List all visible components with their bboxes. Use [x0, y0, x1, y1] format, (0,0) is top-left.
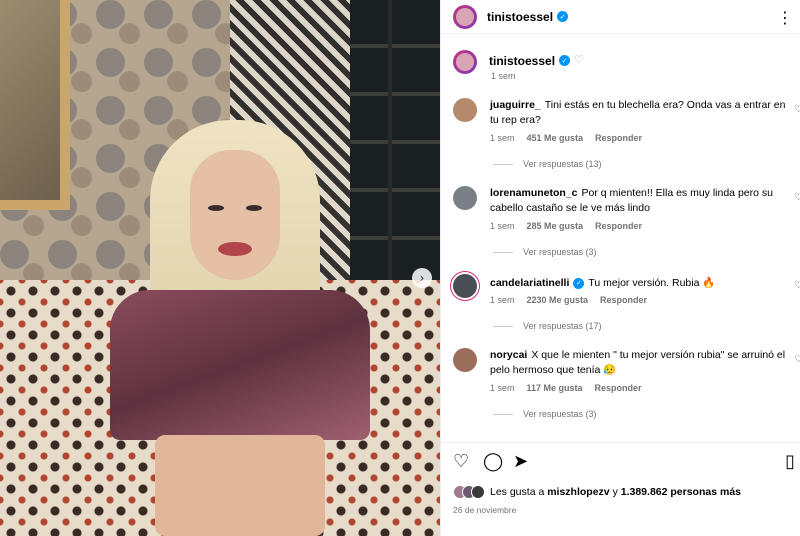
divider [493, 251, 513, 253]
post-panel: tinistoessel ✓ ⋮ tinistoessel ✓ ♡ 1 sem … [440, 0, 800, 536]
avatar[interactable] [453, 186, 477, 210]
comments-list[interactable]: tinistoessel ✓ ♡ 1 sem juaguirre_ Tini es… [441, 40, 800, 440]
avatar [471, 485, 485, 499]
eye [208, 205, 224, 211]
view-replies[interactable]: Ver respuestas (17) [493, 321, 602, 331]
heart-icon[interactable]: ♡ [794, 354, 800, 365]
chevron-right-icon[interactable]: › [412, 268, 432, 288]
avatar[interactable] [453, 274, 477, 298]
view-replies-label: Ver respuestas (13) [523, 159, 602, 169]
avatar[interactable] [453, 4, 477, 29]
eye [246, 205, 262, 211]
heart-icon[interactable]: ♡ [574, 53, 584, 66]
comment-text: Tu mejor versión. Rubia 🔥 [588, 277, 716, 289]
painting-frame [0, 0, 70, 210]
view-replies-label: Ver respuestas (3) [523, 409, 597, 419]
comment-likes[interactable]: 285 Me gusta [527, 221, 584, 231]
heart-icon[interactable]: ♡ [794, 104, 800, 115]
avatar[interactable] [453, 50, 477, 74]
heart-icon[interactable]: ♡ [794, 280, 800, 291]
comment-username[interactable]: norycai [490, 349, 527, 361]
post-date: 26 de noviembre [453, 505, 517, 515]
likes-user[interactable]: miszhlopezv [547, 486, 609, 498]
comment-username[interactable]: juaguirre_ [490, 99, 541, 111]
comment-username[interactable]: candelariatinelli [490, 277, 569, 289]
lips [218, 242, 252, 256]
caption-time: 1 sem [491, 71, 516, 81]
likes-summary[interactable]: Les gusta a miszhlopezv y 1.389.862 pers… [453, 485, 741, 499]
view-replies[interactable]: Ver respuestas (3) [493, 409, 597, 419]
caption-username[interactable]: tinistoessel [489, 54, 555, 68]
avatar[interactable] [453, 348, 477, 372]
person [110, 110, 370, 536]
comment-time: 1 sem [490, 221, 515, 231]
view-replies-label: Ver respuestas (17) [523, 321, 602, 331]
comment-time: 1 sem [490, 295, 515, 305]
verified-check-icon: ✓ [559, 55, 571, 66]
caption: tinistoessel ✓ ♡ [453, 50, 584, 74]
likes-middle: y [612, 486, 618, 498]
likes-prefix: Les gusta a [490, 486, 545, 498]
crop-top [110, 290, 370, 440]
heart-icon[interactable]: ♡ [794, 192, 800, 203]
reply-button[interactable]: Responder [600, 295, 647, 305]
avatar[interactable] [453, 98, 477, 122]
divider [493, 325, 513, 327]
view-replies[interactable]: Ver respuestas (13) [493, 159, 602, 169]
likes-text: Les gusta a miszhlopezv y 1.389.862 pers… [490, 486, 741, 498]
send-icon[interactable]: ➤ [513, 451, 528, 472]
reply-button[interactable]: Responder [595, 133, 642, 143]
comment-icon[interactable]: ◯ [483, 451, 503, 472]
reply-button[interactable]: Responder [595, 383, 642, 393]
face [190, 150, 280, 280]
comment-time: 1 sem [490, 133, 515, 143]
bookmark-icon[interactable]: ▯ [785, 451, 795, 472]
comment-time: 1 sem [490, 383, 515, 393]
comment-likes[interactable]: 2230 Me gusta [527, 295, 589, 305]
divider [493, 413, 513, 415]
header-username[interactable]: tinistoessel [487, 10, 553, 24]
reply-button[interactable]: Responder [595, 221, 642, 231]
comment-likes[interactable]: 451 Me gusta [527, 133, 584, 143]
post-photo[interactable]: › [0, 0, 440, 536]
verified-check-icon: ✓ [557, 11, 569, 22]
comment-likes[interactable]: 117 Me gusta [527, 383, 583, 393]
action-bar: ♡ ◯ ➤ ▯ Les gusta a miszhlopezv y 1.389.… [441, 442, 800, 536]
view-replies[interactable]: Ver respuestas (3) [493, 247, 597, 257]
view-replies-label: Ver respuestas (3) [523, 247, 597, 257]
likes-count[interactable]: 1.389.862 personas más [621, 486, 741, 498]
divider [493, 163, 513, 165]
verified-check-icon: ✓ [573, 277, 585, 289]
post-header: tinistoessel ✓ ⋮ [441, 0, 800, 34]
heart-icon[interactable]: ♡ [453, 451, 469, 472]
comment-text: X que le mienten " tu mejor versión rubi… [490, 349, 786, 376]
more-horizontal-icon[interactable]: ⋮ [777, 8, 793, 27]
midriff [155, 435, 325, 536]
comment-username[interactable]: lorenamuneton_c [490, 187, 578, 199]
